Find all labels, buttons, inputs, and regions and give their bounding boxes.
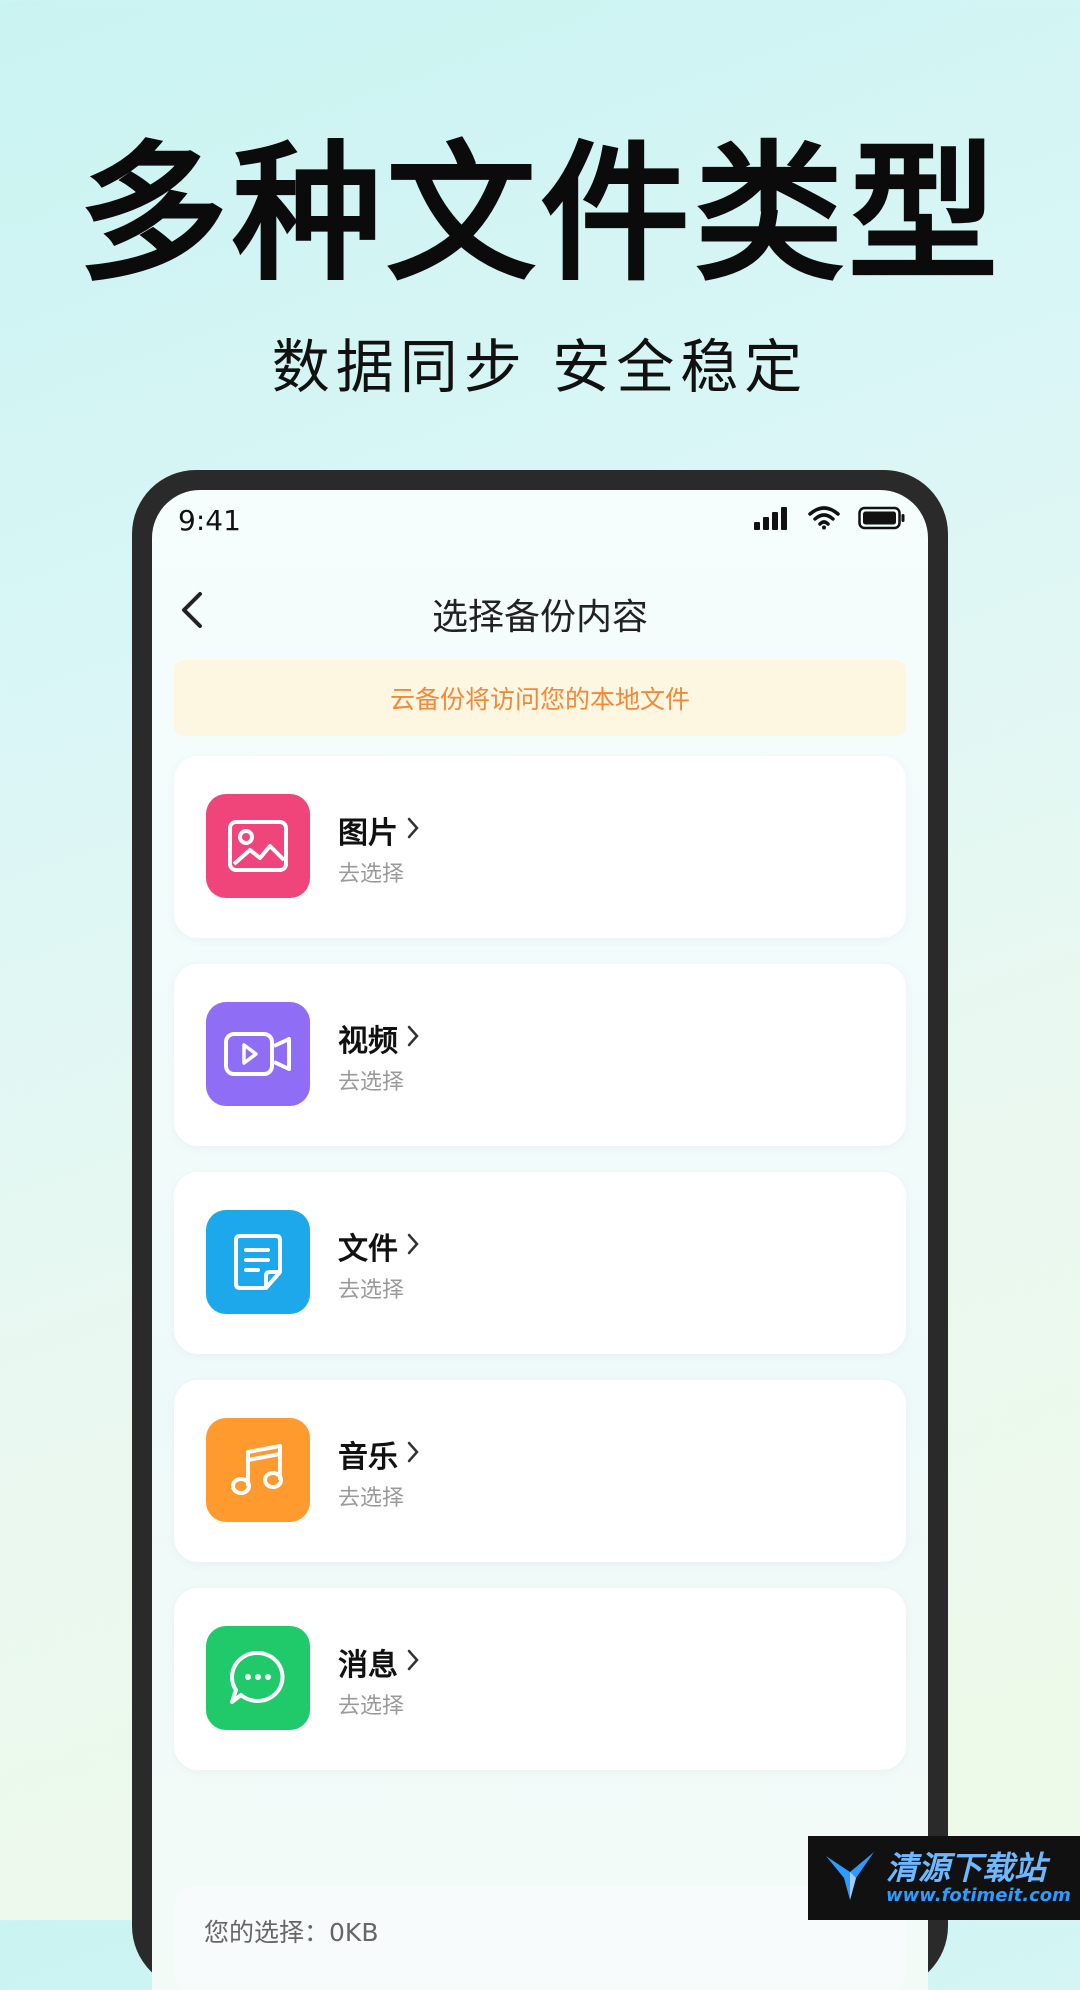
- category-sub: 去选择: [338, 1278, 405, 1303]
- bird-logo-icon: [822, 1848, 878, 1908]
- chevron-right-icon: [406, 1645, 420, 1680]
- document-icon: [206, 1210, 310, 1314]
- selection-value: 0KB: [329, 1918, 379, 1947]
- chevron-right-icon: [406, 1021, 420, 1056]
- music-note-icon: [206, 1418, 310, 1522]
- chevron-right-icon: [406, 813, 420, 848]
- battery-icon: [858, 506, 906, 534]
- category-name: 消息: [338, 1640, 420, 1684]
- category-sub: 去选择: [338, 1694, 405, 1719]
- nav-bar: 选择备份内容: [152, 570, 928, 650]
- watermark-title: 清源下载站: [886, 1848, 1047, 1887]
- phone-screen: 9:41 选择备份内容 云备份将访问您的本地文件 图片 去选择 视频 去选择 文…: [152, 490, 928, 1990]
- image-icon: [206, 794, 310, 898]
- status-time: 9:41: [178, 504, 241, 537]
- notice-banner: 云备份将访问您的本地文件: [174, 660, 906, 736]
- promo-subtitle: 数据同步 安全稳定: [271, 333, 809, 401]
- category-card-video[interactable]: 视频 去选择: [174, 964, 906, 1146]
- status-bar: 9:41: [152, 490, 928, 550]
- chevron-right-icon: [406, 1229, 420, 1264]
- phone-frame: 9:41 选择备份内容 云备份将访问您的本地文件 图片 去选择 视频 去选择 文…: [132, 470, 948, 1990]
- category-name: 文件: [338, 1224, 420, 1268]
- promo-title: 多种文件类型: [77, 128, 1002, 302]
- category-card-image[interactable]: 图片 去选择: [174, 756, 906, 938]
- category-card-message[interactable]: 消息 去选择: [174, 1588, 906, 1770]
- watermark-url: www.fotimeit.com: [886, 1884, 1071, 1906]
- category-name: 视频: [338, 1016, 420, 1060]
- chat-bubble-icon: [206, 1626, 310, 1730]
- category-name: 音乐: [338, 1432, 420, 1476]
- category-card-music[interactable]: 音乐 去选择: [174, 1380, 906, 1562]
- watermark: 清源下载站 www.fotimeit.com: [808, 1836, 1080, 1920]
- chevron-right-icon: [406, 1437, 420, 1472]
- page-title: 选择备份内容: [431, 597, 648, 638]
- category-sub: 去选择: [338, 1486, 405, 1511]
- status-icons: [754, 506, 906, 534]
- category-card-document[interactable]: 文件 去选择: [174, 1172, 906, 1354]
- category-sub: 去选择: [338, 862, 405, 887]
- signal-icon: [754, 506, 790, 534]
- category-name: 图片: [338, 808, 420, 852]
- selection-summary: 您的选择：0KB: [174, 1885, 906, 1990]
- category-sub: 去选择: [338, 1070, 405, 1095]
- wifi-icon: [808, 506, 840, 534]
- video-icon: [206, 1002, 310, 1106]
- selection-label: 您的选择：0KB: [204, 1918, 379, 1947]
